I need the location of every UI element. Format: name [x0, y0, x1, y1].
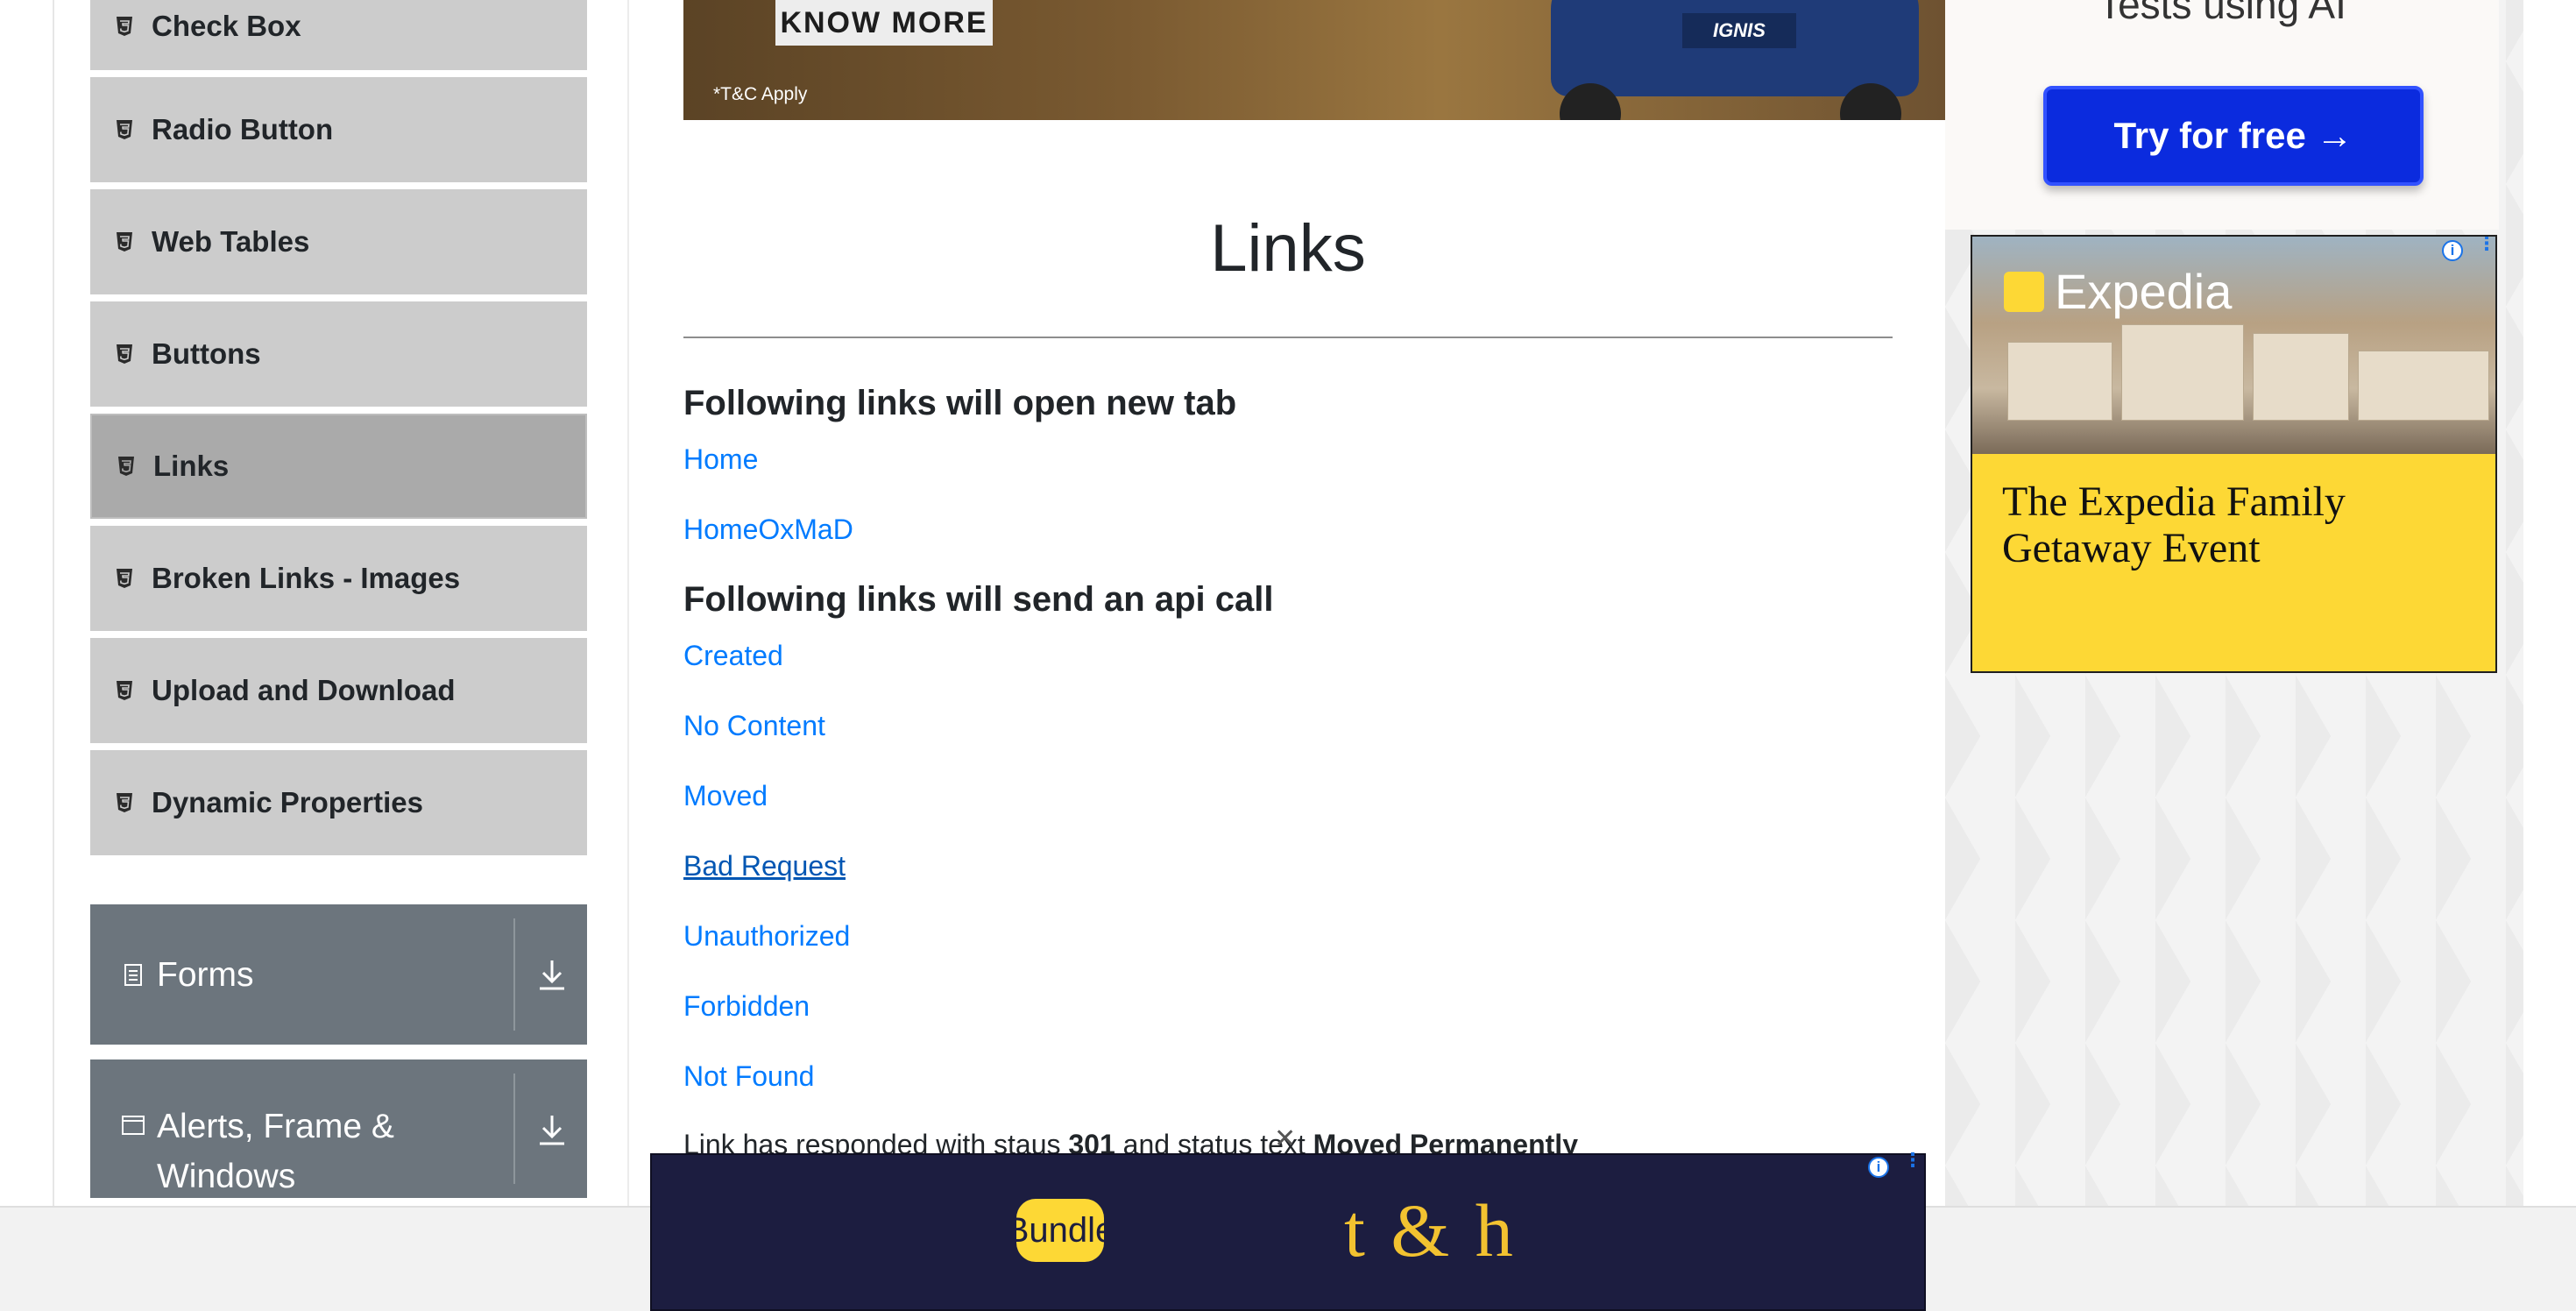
sidebar-item-label: Broken Links - Images: [152, 562, 461, 594]
sidebar-item-label: Buttons: [152, 337, 261, 370]
sidebar-group-alerts-frame-windows[interactable]: Alerts, Frame & Windows: [90, 1059, 587, 1198]
link-not-found[interactable]: Not Found: [683, 1060, 814, 1093]
sidebar-divider: [627, 0, 629, 1206]
ad-info-icon[interactable]: i: [1868, 1157, 1889, 1178]
sidebar-item-web-tables[interactable]: Web Tables: [90, 189, 587, 294]
link-home-dynamic[interactable]: HomeOxMaD: [683, 514, 853, 546]
expedia-logo-icon: [2004, 271, 2044, 312]
link-home[interactable]: Home: [683, 443, 758, 476]
page-title: Links: [1210, 211, 1366, 286]
sidebar-menu: Check Box Radio Button Web Tables Button…: [90, 0, 587, 862]
ad-menu-icon[interactable]: ⋮: [1903, 1151, 1922, 1178]
link-created[interactable]: Created: [683, 640, 783, 672]
sidebar-item-label: Check Box: [152, 10, 301, 42]
try-for-free-button[interactable]: Try for free →: [2043, 86, 2424, 186]
expedia-headline: The Expedia Family Getaway Event: [2002, 478, 2346, 571]
html5-badge-icon: [115, 344, 134, 364]
ai-ad-text: Tests using AI: [2098, 0, 2346, 27]
building-shape: [2007, 342, 2112, 421]
ai-testing-ad[interactable]: Tests using AI Try for free →: [1945, 0, 2499, 230]
group-separator: [513, 1074, 515, 1184]
html5-badge-icon: [115, 569, 134, 588]
html5-badge-icon: [115, 120, 134, 139]
ad-menu-icon[interactable]: ⋮: [2477, 237, 2495, 261]
link-bad-request[interactable]: Bad Request: [683, 850, 846, 882]
expedia-logo: Expedia: [2004, 263, 2232, 320]
download-arrow-icon[interactable]: [533, 955, 571, 994]
sidebar-item-buttons[interactable]: Buttons: [90, 301, 587, 407]
sidebar-item-label: Web Tables: [152, 225, 310, 258]
building-shape: [2253, 333, 2349, 421]
sidebar-item-broken-links-images[interactable]: Broken Links - Images: [90, 526, 587, 631]
download-arrow-icon[interactable]: [533, 1110, 571, 1149]
sidebar-item-upload-and-download[interactable]: Upload and Download: [90, 638, 587, 743]
terms-fine-print: *T&C Apply: [713, 84, 808, 104]
html5-badge-icon: [115, 17, 134, 36]
sidebar-item-dynamic-properties[interactable]: Dynamic Properties: [90, 750, 587, 855]
building-shape: [2121, 324, 2244, 421]
bottom-ad-brand: t & h: [1344, 1188, 1517, 1272]
section-heading-new-tab: Following links will open new tab: [683, 384, 1237, 422]
sidebar-item-check-box[interactable]: Check Box: [90, 0, 587, 70]
sidebar-item-label: Radio Button: [152, 113, 334, 145]
html5-badge-icon: [115, 793, 134, 812]
sidebar-group-forms[interactable]: Forms: [90, 904, 587, 1045]
car-badge: IGNIS: [1682, 13, 1796, 48]
link-moved[interactable]: Moved: [683, 780, 768, 812]
link-unauthorized[interactable]: Unauthorized: [683, 920, 850, 953]
sidebar-group-label: Forms: [157, 955, 254, 994]
html5-badge-icon: [117, 457, 136, 476]
window-icon: [122, 1116, 145, 1135]
building-shape: [2358, 351, 2489, 421]
group-separator: [513, 918, 515, 1031]
know-more-button[interactable]: KNOW MORE: [775, 0, 993, 46]
html5-badge-icon: [115, 232, 134, 252]
html5-badge-icon: [115, 681, 134, 700]
sidebar-item-label: Links: [153, 450, 230, 482]
document-icon: [124, 964, 142, 986]
sidebar-group-label-line1: Alerts, Frame &: [157, 1108, 394, 1145]
left-gutter: [53, 0, 54, 1206]
sidebar-group-label-line2: Windows: [157, 1158, 296, 1195]
sidebar-item-radio-button[interactable]: Radio Button: [90, 77, 587, 182]
bundle-pill: Bundle: [1016, 1199, 1104, 1262]
sidebar-item-label: Upload and Download: [152, 674, 456, 706]
close-ad-icon[interactable]: ✕: [1274, 1123, 1296, 1154]
title-divider: [683, 337, 1893, 338]
car-image: IGNIS: [1551, 0, 1919, 96]
top-banner-ad[interactable]: KNOW MORE *T&C Apply IGNIS: [683, 0, 1945, 120]
sidebar-item-links[interactable]: Links: [90, 414, 587, 519]
link-forbidden[interactable]: Forbidden: [683, 990, 810, 1023]
expedia-brand: Expedia: [2055, 264, 2233, 319]
bottom-banner-ad[interactable]: Bundle t & h i ⋮: [650, 1151, 1926, 1311]
expedia-ad[interactable]: Expedia The Expedia Family Getaway Event…: [1971, 235, 2497, 673]
link-no-content[interactable]: No Content: [683, 710, 825, 742]
ad-info-icon[interactable]: i: [2442, 240, 2463, 261]
sidebar-item-label: Dynamic Properties: [152, 786, 423, 818]
section-heading-api-call: Following links will send an api call: [683, 580, 1274, 619]
